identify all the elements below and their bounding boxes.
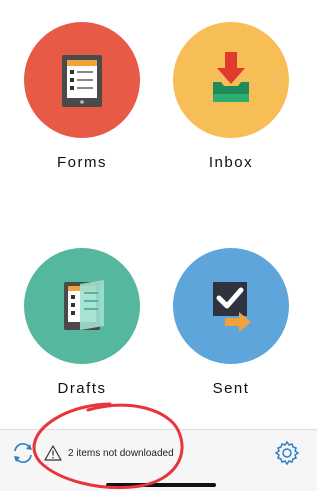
sent-icon bbox=[213, 282, 251, 332]
drafts-icon bbox=[64, 280, 104, 330]
inbox-icon bbox=[213, 52, 249, 102]
drafts-tile[interactable]: Drafts bbox=[12, 248, 152, 397]
sent-button[interactable] bbox=[173, 248, 289, 364]
forms-icon bbox=[62, 55, 102, 107]
warning-icon bbox=[44, 445, 62, 461]
drafts-button[interactable] bbox=[24, 248, 140, 364]
download-status[interactable]: 2 items not downloaded bbox=[44, 442, 174, 464]
sent-tile[interactable]: Sent bbox=[161, 248, 301, 397]
forms-tile[interactable]: Forms bbox=[12, 22, 152, 171]
settings-button[interactable] bbox=[274, 440, 300, 466]
app-screen: Forms Inbox Drafts Sent 2 items not down… bbox=[0, 0, 317, 491]
forms-label: Forms bbox=[57, 154, 107, 171]
inbox-tile[interactable]: Inbox bbox=[161, 22, 301, 171]
home-indicator bbox=[106, 483, 216, 487]
sync-button[interactable] bbox=[10, 440, 36, 466]
sync-icon bbox=[14, 443, 32, 463]
drafts-label: Drafts bbox=[57, 380, 107, 397]
inbox-label: Inbox bbox=[208, 154, 254, 171]
gear-icon bbox=[274, 440, 300, 466]
status-text: 2 items not downloaded bbox=[68, 447, 174, 459]
bottom-toolbar: 2 items not downloaded bbox=[0, 429, 317, 491]
forms-button[interactable] bbox=[24, 22, 140, 138]
sent-label: Sent bbox=[212, 380, 250, 397]
inbox-button[interactable] bbox=[173, 22, 289, 138]
